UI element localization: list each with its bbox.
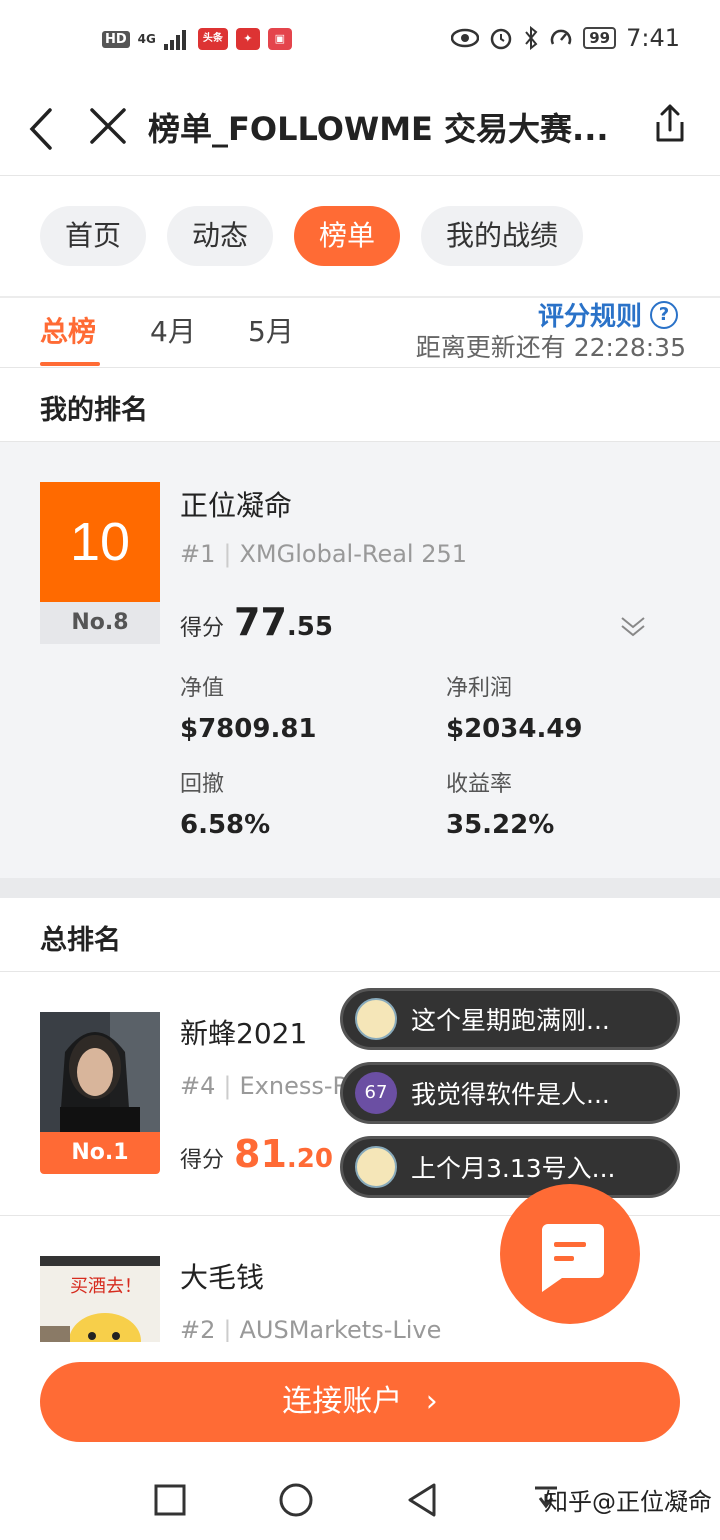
home-icon[interactable] [278,1482,314,1518]
bottom-action-bar: 连接账户 › [0,1342,720,1462]
comment-icon [542,1224,604,1292]
stat-label: 回撤 [180,772,225,797]
back-arrow-icon[interactable] [26,104,56,154]
score-value: 77.55 [234,600,333,644]
score-label: 得分 [180,616,225,641]
overall-ranking-header: 总排名 [0,898,720,972]
chat-avatar: 67 [355,1072,397,1114]
active-tab-indicator [40,362,100,366]
stat-label: 净值 [180,676,225,701]
close-icon[interactable] [88,106,128,146]
trader-name: 新蜂2021 [180,1017,308,1050]
tab-my-record[interactable]: 我的战绩 [421,206,584,266]
period-tabs: 总榜 4月 5月 评分规则 ? 距离更新还有 22:28:35 [0,298,720,368]
rank-position: No.8 [40,602,160,644]
chat-avatar [355,998,397,1040]
broker-name: AUSMarkets-Live [239,1316,442,1344]
rank-position: No.1 [40,1132,160,1174]
toutiao-app-icon: 头条 [197,28,228,50]
stat-value: $7809.81 [180,714,317,744]
data-saver-icon [550,29,572,45]
update-countdown: 距离更新还有 22:28:35 [415,333,686,362]
my-ranking-card[interactable]: 10 No.8 正位凝命 #1 | XMGlobal-Real 251 得分 77.… [0,442,720,878]
section-separator [0,878,720,898]
stat-value: 6.58% [180,810,271,840]
tab-home[interactable]: 首页 [40,206,147,266]
stat-return-rate: 收益率 35.22% [446,766,554,840]
score-value: 81.20 [234,1132,333,1176]
app-notification-icon: ✦ [235,28,260,50]
network-type: 4G [137,32,156,46]
hd-indicator: HD [102,30,130,48]
connect-account-label: 连接账户 [282,1384,403,1419]
tab-feed[interactable]: 动态 [167,206,274,266]
stat-drawdown: 回撤 6.58% [180,766,270,840]
page-title: 榜单_FOLLOWME 交易大赛... [148,110,609,148]
system-nav-bar: 知乎@正位凝命 [0,1462,720,1540]
book-app-icon: ▣ [267,28,292,50]
my-ranking-heading: 我的排名 [40,395,148,426]
stat-label: 净利润 [446,676,513,701]
title-bar: 榜单_FOLLOWME 交易大赛... [0,84,720,176]
chat-text: 上个月3.13号入... [411,1154,616,1183]
back-icon[interactable] [406,1482,438,1518]
section-nav: 首页 动态 榜单 我的战绩 [40,206,584,266]
share-icon[interactable] [650,102,690,146]
account-info: #2 | AUSMarkets-Live [180,1316,442,1344]
watermark: 知乎@正位凝命 [544,1488,712,1516]
stat-net-profit: 净利润 $2034.49 [446,670,583,744]
broker-name: XMGlobal-Real 251 [239,540,468,568]
stat-value: 35.22% [446,810,555,840]
chat-avatar [355,1146,397,1188]
chat-text: 我觉得软件是人... [411,1080,610,1109]
my-ranking-header: 我的排名 [0,368,720,442]
tab-leaderboard[interactable]: 榜单 [294,206,401,266]
stat-value: $2034.49 [446,714,583,744]
account-info: #1 | XMGlobal-Real 251 [180,540,468,568]
period-tab-overall[interactable]: 总榜 [40,310,96,350]
chevron-right-icon: › [425,1384,438,1419]
score: 得分 81.20 [180,1132,333,1176]
double-chevron-down-icon[interactable] [620,612,646,638]
signal-bars-icon [163,30,186,50]
battery-indicator: 99 [583,27,617,49]
trader-name: 大毛钱 [180,1261,265,1294]
avatar-photo [40,1012,160,1132]
my-rank-badge: 10 No.8 [40,482,160,644]
stat-label: 收益率 [446,772,513,797]
connect-account-button[interactable]: 连接账户 › [40,1362,680,1442]
score: 得分 77.55 [180,600,333,644]
status-bar: HD 4G 头条 ✦ ▣ 99 7:41 [0,0,720,84]
help-icon: ? [650,300,678,329]
stat-equity: 净值 $7809.81 [180,670,317,744]
bluetooth-icon [525,26,538,50]
period-tab-april[interactable]: 4月 [150,310,196,350]
overall-ranking-heading: 总排名 [40,925,121,956]
comment-fab-button[interactable] [500,1184,640,1324]
alarm-icon [490,28,512,50]
status-bar-right: 99 7:41 [451,24,680,52]
rank-score-badge: 10 [40,482,160,602]
chat-bubble[interactable]: 这个星期跑满刚... [340,988,680,1050]
account-number: #2 [180,1316,216,1344]
chat-text: 这个星期跑满刚... [411,1006,610,1035]
clock: 7:41 [626,24,680,52]
recent-apps-icon[interactable] [154,1484,186,1516]
account-number: #4 [180,1072,216,1100]
eye-icon [451,28,480,48]
trader-name: 正位凝命 [180,489,293,522]
account-number: #1 [180,540,216,568]
status-bar-left: HD 4G 头条 ✦ ▣ [102,28,292,50]
chat-bubble[interactable]: 67 我觉得软件是人... [340,1062,680,1124]
score-label: 得分 [180,1148,225,1173]
avatar [40,1012,160,1132]
period-tab-may[interactable]: 5月 [248,310,294,350]
avatar-caption: 买酒去！ [70,1276,142,1297]
